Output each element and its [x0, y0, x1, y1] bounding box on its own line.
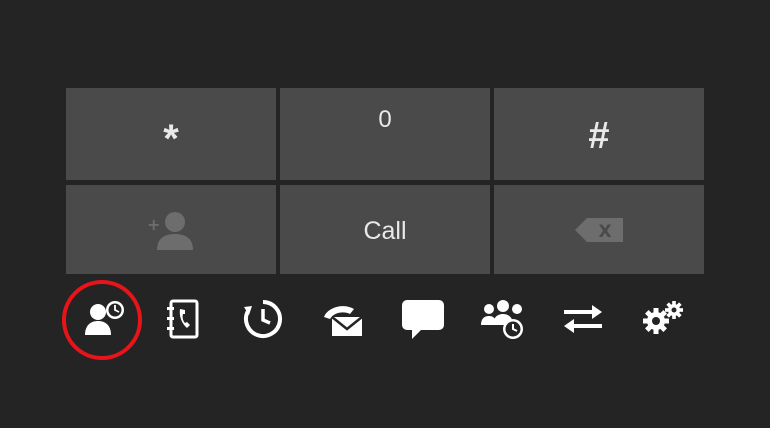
presence-button[interactable]: [80, 294, 130, 344]
chat-button[interactable]: [398, 294, 448, 344]
call-history-button[interactable]: [238, 294, 288, 344]
phonebook-icon: [165, 299, 205, 339]
call-button-label: Call: [363, 217, 407, 245]
backspace-glyph: X: [598, 222, 611, 242]
settings-icon: [640, 299, 686, 339]
svg-text:+: +: [147, 215, 160, 234]
bottom-toolbar: [60, 290, 700, 350]
key-zero-label: 0: [378, 106, 392, 133]
add-contact-icon: +: [145, 208, 197, 252]
voicemail-button[interactable]: [318, 294, 368, 344]
presence-status-icon: [83, 299, 127, 339]
voicemail-icon: [320, 299, 366, 339]
key-zero[interactable]: 0: [280, 88, 490, 180]
dial-keypad: * 0 # + Call X: [66, 88, 706, 274]
transfer-button[interactable]: [558, 294, 608, 344]
conference-button[interactable]: [478, 294, 528, 344]
key-hash[interactable]: #: [494, 88, 704, 180]
phonebook-button[interactable]: [160, 294, 210, 344]
backspace-button[interactable]: X: [494, 185, 704, 274]
settings-button[interactable]: [638, 294, 688, 344]
call-history-icon: [242, 298, 284, 340]
add-contact-button[interactable]: +: [66, 185, 276, 274]
call-button[interactable]: Call: [280, 185, 490, 274]
transfer-icon: [560, 303, 606, 335]
conference-icon: [479, 297, 527, 341]
key-hash-label: #: [588, 114, 610, 157]
backspace-icon: X: [575, 217, 623, 243]
chat-icon: [400, 297, 446, 341]
key-star-label: *: [163, 116, 179, 161]
key-star[interactable]: *: [66, 88, 276, 180]
